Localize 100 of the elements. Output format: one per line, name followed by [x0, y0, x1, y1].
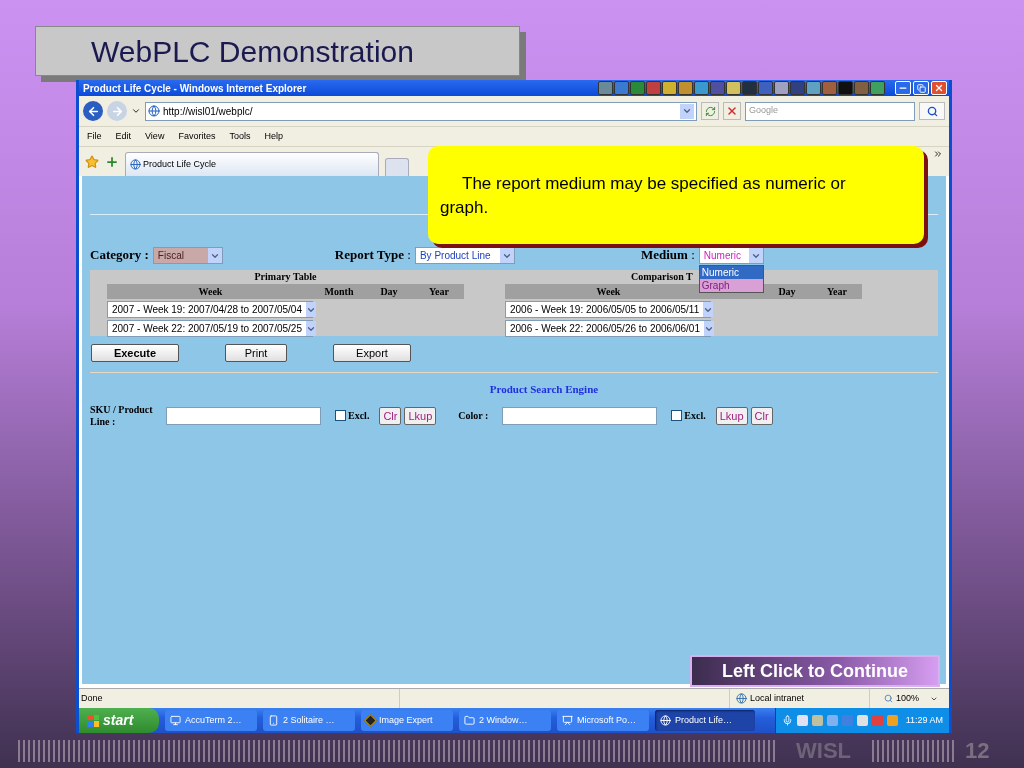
dropdown-option[interactable]: Graph — [699, 279, 763, 292]
folder-icon — [464, 715, 475, 726]
menu-item[interactable]: Help — [264, 129, 283, 144]
clock: 11:29 AM — [905, 713, 943, 727]
magnifier-icon — [884, 694, 893, 703]
quick-launch-icon[interactable] — [774, 81, 789, 95]
form-button[interactable]: Lkup — [404, 406, 437, 425]
back-button[interactable] — [83, 101, 103, 121]
arrow-left-icon — [86, 104, 100, 118]
quick-launch-icon[interactable] — [630, 81, 645, 95]
presentation-icon — [562, 715, 573, 726]
column-header: Month — [323, 285, 355, 299]
field-label: Report Type : — [334, 245, 411, 264]
new-tab-button[interactable] — [385, 158, 409, 176]
menu-item[interactable]: File — [87, 129, 102, 144]
page-icon — [148, 105, 160, 117]
menu-item[interactable]: View — [145, 129, 165, 144]
tray-icon[interactable] — [886, 715, 898, 726]
input-field[interactable] — [166, 406, 321, 425]
close-button[interactable] — [931, 81, 947, 95]
close-icon — [726, 105, 738, 117]
page-number: 12 — [965, 737, 990, 765]
dropdown-select[interactable]: By Product Line — [414, 247, 515, 264]
globe-icon — [660, 715, 671, 726]
checkbox-label: Excl. — [684, 409, 706, 423]
tray-icon[interactable] — [811, 715, 823, 726]
address-field[interactable]: http://wisl01/webplc/ — [145, 101, 697, 121]
caret-icon[interactable] — [680, 103, 694, 119]
chevron-icon[interactable] — [933, 149, 943, 159]
restore-icon — [916, 83, 926, 93]
form-button[interactable]: Clr — [750, 406, 773, 425]
column-header: Year — [826, 285, 848, 299]
quick-launch-icon[interactable] — [726, 81, 741, 95]
taskbar-item[interactable]: 2 Solitaire … — [263, 710, 355, 731]
status-text: Done — [80, 691, 104, 705]
dropdown-select[interactable]: Fiscal — [152, 247, 223, 264]
caret-icon[interactable] — [131, 106, 141, 116]
refresh-button[interactable] — [701, 102, 719, 120]
form-button[interactable]: Print — [225, 344, 287, 362]
monitor-icon — [170, 715, 181, 726]
column-header: Year — [428, 285, 450, 299]
search-button[interactable] — [919, 102, 945, 120]
dropdown-select[interactable]: 2006 - Week 22: 2006/05/26 to 2006/06/01 — [505, 320, 711, 337]
taskbar-item[interactable]: Product Life… — [655, 710, 755, 731]
taskbar-item[interactable]: 2 Window… — [459, 710, 551, 731]
search-icon — [926, 105, 938, 117]
checkbox[interactable] — [671, 410, 683, 421]
field-label: SKU / Product Line : — [90, 403, 154, 428]
quick-launch-icon[interactable] — [806, 81, 821, 95]
field-label: Medium : — [640, 245, 695, 264]
menu-item[interactable]: Favorites — [178, 129, 216, 144]
section-heading: Product Search Engine — [489, 382, 599, 397]
column-header: Week — [197, 285, 224, 299]
callout-text: The report medium may be specified as numeric or graph. — [440, 173, 847, 219]
arrow-right-icon — [110, 104, 124, 118]
minimize-button[interactable] — [895, 81, 911, 95]
dropdown-select[interactable]: 2006 - Week 19: 2006/05/05 to 2006/05/11 — [505, 301, 711, 318]
quick-launch-icon[interactable] — [662, 81, 677, 95]
checkbox[interactable] — [335, 410, 346, 421]
favorites-star-icon[interactable] — [85, 154, 99, 169]
table-title: Comparison T — [630, 270, 693, 284]
form-button[interactable]: Lkup — [715, 406, 748, 425]
field-label: Color : — [458, 409, 490, 422]
dropdown-select[interactable]: 2007 - Week 19: 2007/04/28 to 2007/05/04 — [107, 301, 313, 318]
continue-button[interactable]: Left Click to Continue — [690, 655, 940, 687]
field-label: Category : — [90, 245, 149, 264]
globe-icon — [130, 159, 141, 170]
add-favorite-icon[interactable] — [105, 154, 119, 169]
checkbox-label: Excl. — [348, 409, 370, 423]
stop-button[interactable] — [723, 102, 741, 120]
zone-text: Local intranet — [750, 691, 805, 705]
quick-launch-icon[interactable] — [614, 81, 629, 95]
taskbar-item[interactable]: AccuTerm 2… — [165, 710, 257, 731]
quick-launch-icon[interactable] — [598, 81, 613, 95]
column-header: Day — [777, 285, 797, 299]
tray-icon[interactable] — [796, 715, 808, 726]
table-title: Primary Table — [253, 270, 318, 284]
quick-launch-icon[interactable] — [694, 81, 709, 95]
menu-item[interactable]: Edit — [115, 129, 132, 144]
input-field[interactable] — [502, 406, 658, 425]
dropdown-select[interactable]: 2007 - Week 22: 2007/05/19 to 2007/05/25 — [107, 320, 313, 337]
windows-logo-icon — [87, 714, 99, 727]
taskbar-item[interactable]: Microsoft Po… — [557, 710, 649, 731]
chevron-down-icon — [682, 106, 692, 116]
quick-launch-icon[interactable] — [870, 81, 885, 95]
quick-launch-icon[interactable] — [678, 81, 693, 95]
phone-icon — [268, 715, 279, 726]
microphone-icon[interactable] — [781, 715, 793, 726]
restore-button[interactable] — [913, 81, 929, 95]
tray-icon[interactable] — [826, 715, 838, 726]
window-title: Product Life Cycle - Windows Internet Explorer — [82, 81, 308, 96]
form-button[interactable]: Execute — [91, 344, 179, 362]
browser-tab[interactable]: Product Life Cycle — [125, 152, 379, 176]
column-header: Day — [379, 285, 399, 299]
menu-item[interactable]: Tools — [229, 129, 251, 144]
form-button[interactable]: Export — [333, 344, 411, 362]
tray-icon[interactable] — [856, 715, 868, 726]
taskbar-item[interactable]: Image Expert — [361, 710, 453, 731]
form-button[interactable]: Clr — [379, 406, 402, 425]
dropdown-option[interactable]: Numeric — [699, 266, 763, 279]
